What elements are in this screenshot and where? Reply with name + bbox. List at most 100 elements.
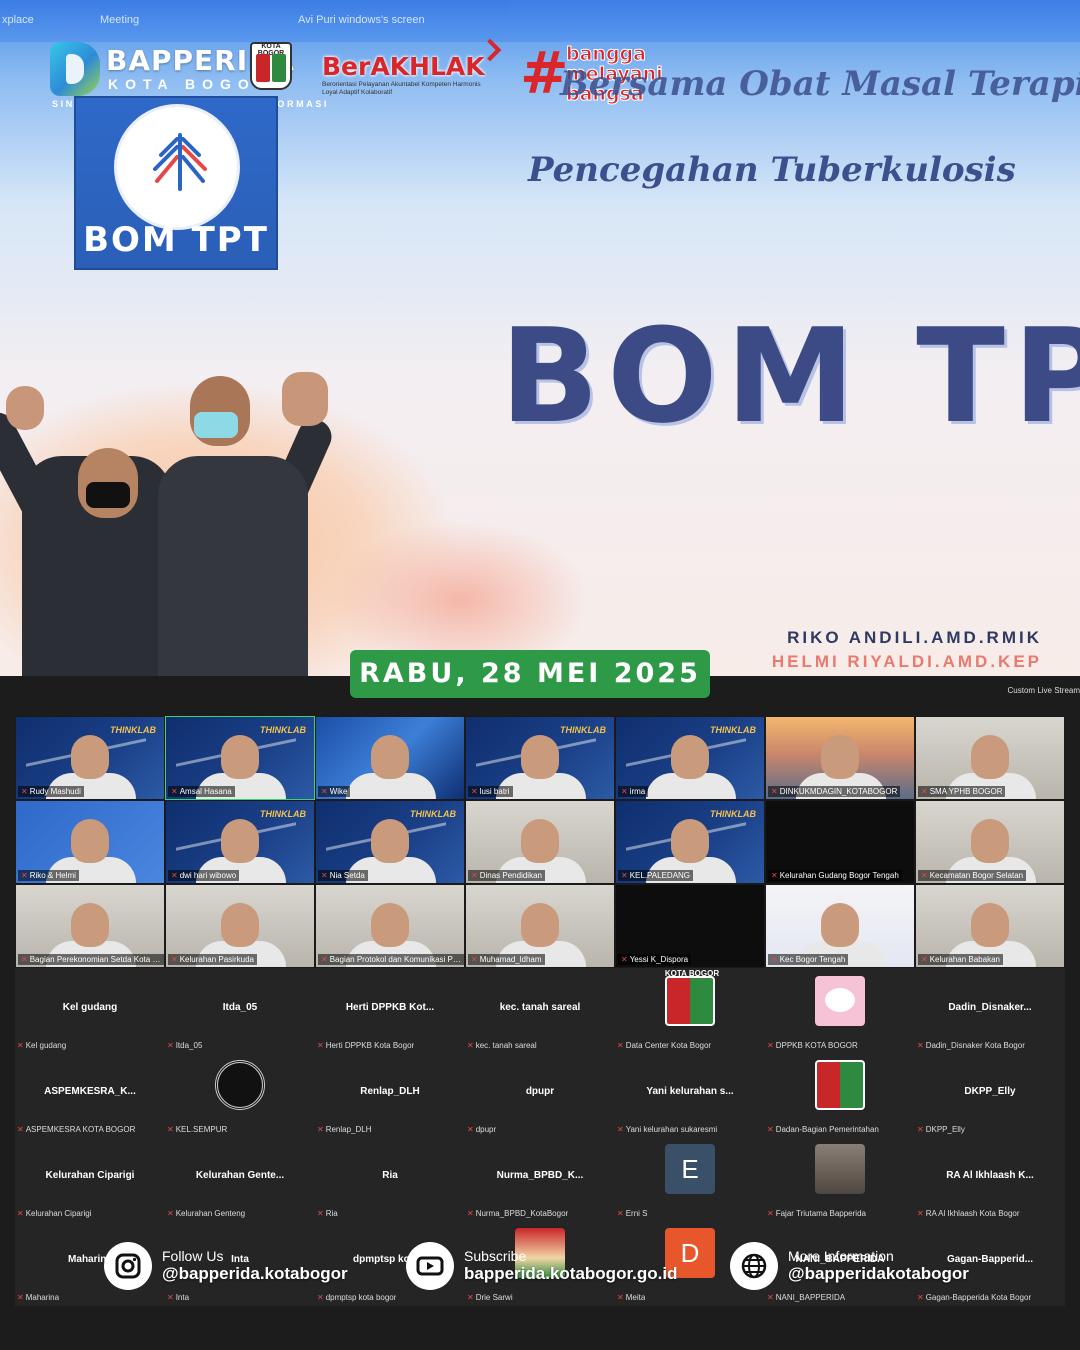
youtube-icon <box>406 1242 454 1290</box>
video-tile[interactable]: ✕ Muhamad_ldham <box>465 884 615 968</box>
video-tile[interactable]: ✕ Kelurahan Babakan <box>915 884 1065 968</box>
video-tile[interactable]: ✕ SMA YPHB BOGOR <box>915 716 1065 800</box>
video-tile[interactable]: ✕ Kecamatan Bogor Selatan <box>915 800 1065 884</box>
participant-name: Yani kelurahan sukaresmi <box>625 1125 718 1134</box>
participant-tile[interactable]: Renlap_DLH ✕ Renlap_DLH <box>315 1052 465 1136</box>
video-tile[interactable]: THINKLAB ✕ Rudy Mashudi <box>15 716 165 800</box>
participant-name-tag: ✕Bagian Protokol dan Komunikasi Pimpinan <box>318 954 464 965</box>
video-tile[interactable]: THINKLAB ✕ dwi hari wibowo <box>165 800 315 884</box>
kota-bogor-crest-icon: KOTA BOGOR <box>250 42 292 90</box>
video-tile[interactable]: ✕ Yessi K_Dispora <box>615 884 765 968</box>
video-tile[interactable]: ✕ Wike <box>315 716 465 800</box>
participant-tile[interactable]: Kelurahan Ciparigi ✕ Kelurahan Ciparigi <box>15 1136 165 1220</box>
participant-display-name: dpupr <box>525 1086 555 1097</box>
participant-tile[interactable]: KOTA BOGOR ✕ Data Center Kota Bogor <box>615 968 765 1052</box>
mic-muted-icon: ✕ <box>921 871 928 880</box>
participant-face <box>971 819 1009 863</box>
participant-name: dwi hari wibowo <box>179 871 237 880</box>
participant-tile[interactable]: ✕ KEL.SEMPUR <box>165 1052 315 1136</box>
website-url[interactable]: bapperida.kotabogor.go.id <box>464 1264 677 1284</box>
mic-muted-icon: ✕ <box>771 871 778 880</box>
participant-tile[interactable]: Kel gudang ✕ Kel gudang <box>15 968 165 1052</box>
thinklab-logo: THINKLAB <box>710 809 756 819</box>
participant-tile[interactable]: ✕ Fajar Triutama Bapperida <box>765 1136 915 1220</box>
video-tile[interactable]: THINKLAB ✕ KEL.PALEDANG <box>615 800 765 884</box>
video-tile[interactable]: THINKLAB ✕ Amsal Hasana <box>165 716 315 800</box>
participant-tile[interactable]: Nurma_BPBD_K... ✕ Nurma_BPBD_KotaBogor <box>465 1136 615 1220</box>
mic-muted-icon: ✕ <box>21 871 28 880</box>
bangga-word: bangga <box>566 43 647 65</box>
participant-name-tag: ✕ irma <box>618 786 649 797</box>
video-tile[interactable]: THINKLAB ✕ lusi batri <box>465 716 615 800</box>
video-tile[interactable]: THINKLAB ✕ irma <box>615 716 765 800</box>
live-stream-label[interactable]: Custom Live Stream <box>1008 686 1080 695</box>
thinklab-logo: THINKLAB <box>710 725 756 735</box>
participant-tile[interactable]: ✕ DPPKB KOTA BOGOR <box>765 968 915 1052</box>
participant-name: Bagian Perekonomian Setda Kota Bogor <box>29 955 164 964</box>
berakhlak-subtext: Berorientasi Pelayanan Akuntabel Kompete… <box>322 81 481 96</box>
video-tile[interactable]: ✕ Dinas Pendidikan <box>465 800 615 884</box>
mic-muted-icon: ✕ <box>167 1125 174 1134</box>
participant-tile[interactable]: Dadin_Disnaker... ✕ Dadin_Disnaker Kota Bo… <box>915 968 1065 1052</box>
participant-name-tag: ✕ DKPP_Elly <box>917 1125 965 1134</box>
video-tile[interactable]: ✕ Kelurahan Pasirkuda <box>165 884 315 968</box>
participant-name-tag: ✕ Muhamad_ldham <box>468 954 545 965</box>
participant-tile[interactable]: DKPP_Elly ✕ DKPP_Elly <box>915 1052 1065 1136</box>
participant-tile[interactable]: ✕ Dadan-Bagian Pemerintahan <box>765 1052 915 1136</box>
video-tile[interactable]: ✕ DINKUKMDAGIN_KOTABOGOR <box>765 716 915 800</box>
participant-tile[interactable]: kec. tanah sareal ✕ kec. tanah sareal <box>465 968 615 1052</box>
toolbar-left-text[interactable]: xplace <box>2 14 34 26</box>
participant-tile[interactable]: ASPEMKESRA_K... ✕ ASPEMKESRA KOTA BOGOR <box>15 1052 165 1136</box>
participant-name: Amsal Hasana <box>179 787 232 796</box>
participant-display-name: Herti DPPKB Kot... <box>345 1002 435 1013</box>
participant-name: RA Al Ikhlaash Kota Bogor <box>925 1209 1020 1218</box>
participant-name: Kelurahan Genteng <box>175 1209 246 1218</box>
social-footer: Follow Us @bapperida.kotabogor Subscribe… <box>100 1238 1000 1298</box>
mic-muted-icon: ✕ <box>467 1125 474 1134</box>
participant-name-tag: ✕ Renlap_DLH <box>317 1125 372 1134</box>
participant-tile[interactable]: Ria ✕ Ria <box>315 1136 465 1220</box>
participant-name: Riko & Helmi <box>29 871 76 880</box>
video-tile[interactable]: ✕Bagian Protokol dan Komunikasi Pimpinan <box>315 884 465 968</box>
video-tile[interactable]: ✕ Kelurahan Gudang Bogor Tengah <box>765 800 915 884</box>
mic-muted-icon: ✕ <box>321 955 328 964</box>
participant-face <box>221 735 259 779</box>
participant-display-name: DKPP_Elly <box>964 1086 1016 1097</box>
bom-tpt-badge: BOM TPT <box>74 96 278 270</box>
youtube-item[interactable]: Subscribe bapperida.kotabogor.go.id <box>406 1238 706 1298</box>
mic-muted-icon: ✕ <box>471 871 478 880</box>
participant-tile[interactable]: Yani kelurahan s... ✕ Yani kelurahan sukar… <box>615 1052 765 1136</box>
participant-face <box>371 819 409 863</box>
video-tile[interactable]: ✕ Riko & Helmi <box>15 800 165 884</box>
video-tile[interactable]: ✕ Kec Bogor Tengah <box>765 884 915 968</box>
video-tile[interactable]: ✕ Bagian Perekonomian Setda Kota Bogor <box>15 884 165 968</box>
participant-tile[interactable]: dpupr ✕ dpupr <box>465 1052 615 1136</box>
mic-muted-icon: ✕ <box>317 1209 324 1218</box>
participant-face <box>821 735 859 779</box>
participant-name-tag: ✕ Kelurahan Pasirkuda <box>168 954 257 965</box>
participant-tile[interactable]: Herti DPPKB Kot... ✕ Herti DPPKB Kota Bogo… <box>315 968 465 1052</box>
mic-muted-icon: ✕ <box>471 955 478 964</box>
bapperida-b-icon <box>50 42 100 96</box>
participant-name: SMA YPHB BOGOR <box>929 787 1003 796</box>
kota-bogor-crest-icon <box>815 1060 865 1110</box>
mic-muted-icon: ✕ <box>17 1041 24 1050</box>
participant-name: lusi batri <box>479 787 510 796</box>
participant-tile[interactable]: Kelurahan Gente... ✕ Kelurahan Genteng <box>165 1136 315 1220</box>
lung-logo-icon <box>114 104 240 230</box>
mic-muted-icon: ✕ <box>917 1209 924 1218</box>
video-tile[interactable]: THINKLAB ✕ Nia Setda <box>315 800 465 884</box>
participant-name: Dinas Pendidikan <box>479 871 542 880</box>
participant-name: kec. tanah sareal <box>475 1041 537 1050</box>
mic-muted-icon: ✕ <box>617 1125 624 1134</box>
web-item[interactable]: More Information @bapperidakotabogor <box>730 1238 1000 1298</box>
toolbar-meeting-tab[interactable]: Meeting <box>100 14 139 26</box>
participant-tile[interactable]: Itda_05 ✕ Itda_05 <box>165 968 315 1052</box>
web-handle[interactable]: @bapperidakotabogor <box>788 1264 969 1284</box>
mic-muted-icon: ✕ <box>621 787 628 796</box>
participant-tile[interactable]: RA Al Ikhlaash K... ✕ RA Al Ikhlaash Kota … <box>915 1136 1065 1220</box>
instagram-handle[interactable]: @bapperida.kotabogor <box>162 1264 348 1284</box>
participant-tile[interactable]: E ✕ Erni S <box>615 1136 765 1220</box>
instagram-item[interactable]: Follow Us @bapperida.kotabogor <box>104 1238 404 1298</box>
mic-muted-icon: ✕ <box>471 787 478 796</box>
